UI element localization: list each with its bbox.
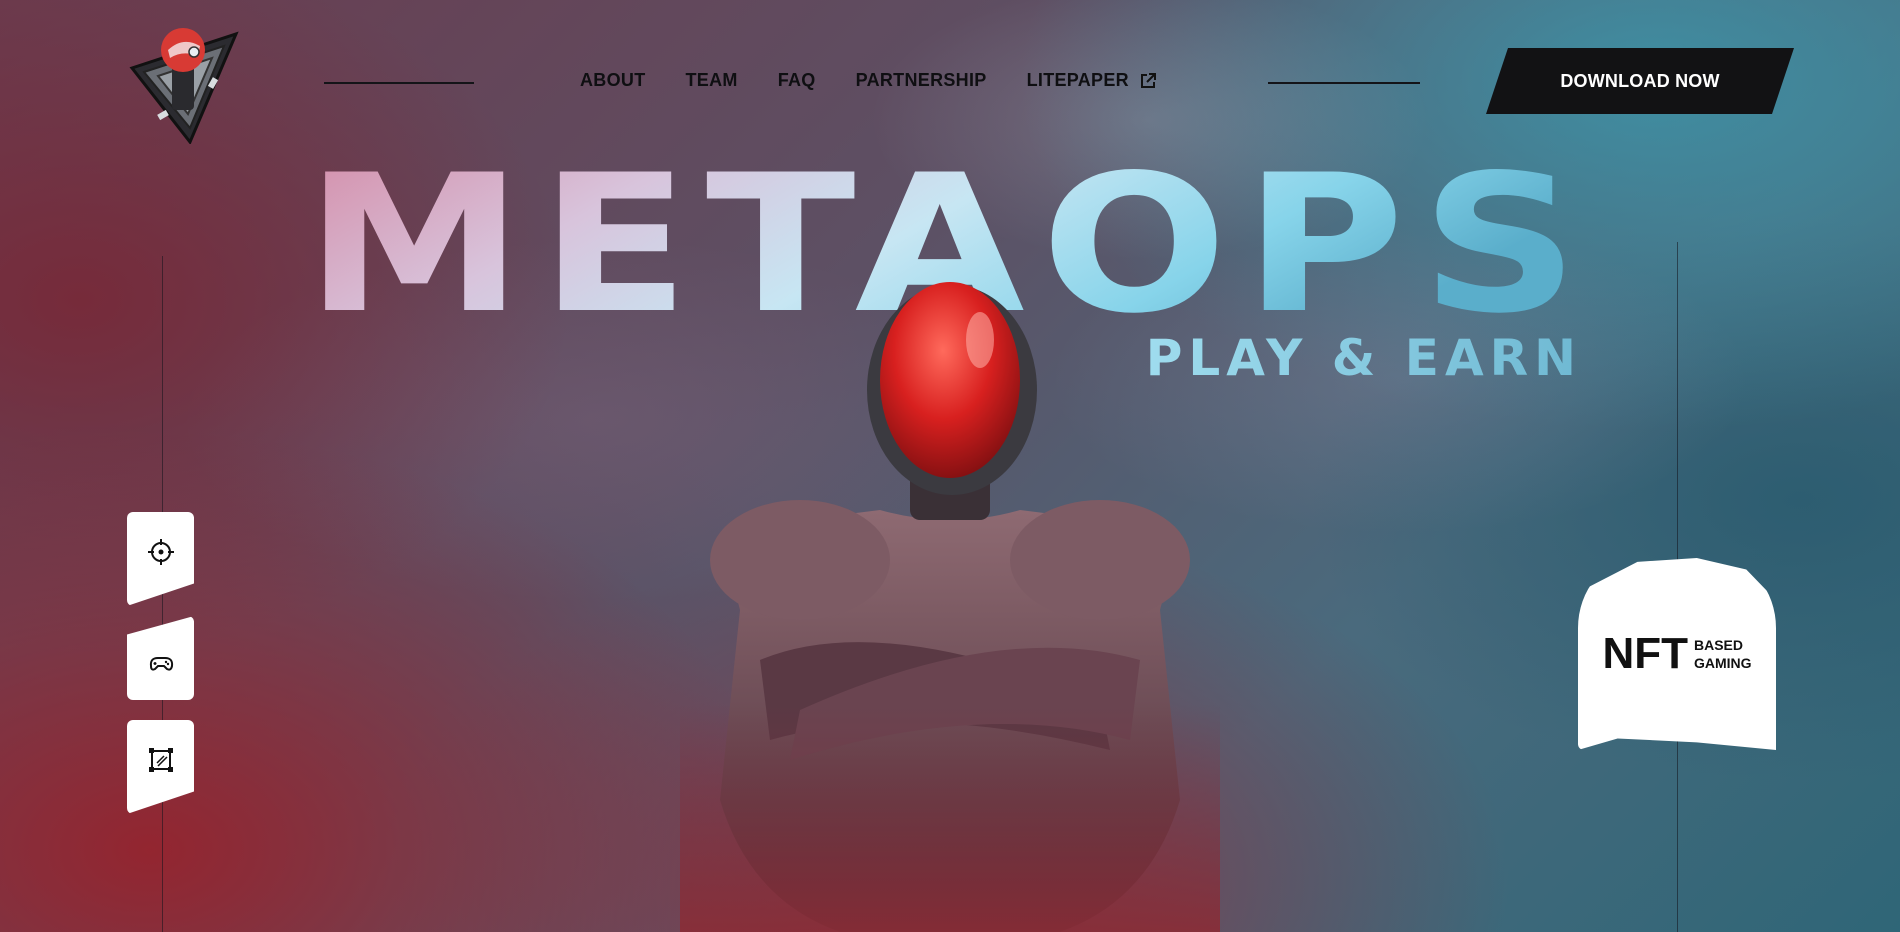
nav-decor-line-right <box>1268 82 1420 84</box>
external-link-icon <box>1140 72 1156 88</box>
nav-item-litepaper-label: LITEPAPER <box>1026 70 1129 90</box>
nav-item-team[interactable]: TEAM <box>686 70 738 91</box>
site-logo[interactable] <box>128 16 240 145</box>
nft-badge-main: NFT <box>1602 629 1688 678</box>
nft-badge-sub: BASED GAMING <box>1694 636 1752 672</box>
nav-item-faq[interactable]: FAQ <box>778 70 816 91</box>
side-frame-button[interactable] <box>127 720 194 814</box>
armored-soldier-figure <box>680 280 1220 932</box>
frame-icon <box>148 748 173 772</box>
side-target-button[interactable] <box>127 512 194 606</box>
nft-badge-line2: GAMING <box>1693 655 1752 671</box>
nav-item-about[interactable]: ABOUT <box>580 70 646 91</box>
helmet-soldier-logo-icon <box>129 28 239 145</box>
side-game-button[interactable] <box>127 616 194 700</box>
gamepad-icon <box>149 657 173 671</box>
nft-based-gaming-badge: NFT BASED GAMING <box>1578 558 1776 750</box>
nav-item-litepaper[interactable]: LITEPAPER <box>1027 70 1157 91</box>
main-nav: ABOUT TEAM FAQ PARTNERSHIP LITEPAPER <box>580 70 1157 91</box>
download-now-button[interactable]: DOWNLOAD NOW <box>1486 48 1794 114</box>
nav-item-partnership[interactable]: PARTNERSHIP <box>856 70 987 91</box>
crosshair-icon <box>147 539 174 565</box>
nft-badge-line1: BASED <box>1693 637 1743 653</box>
nav-decor-line-left <box>324 82 474 84</box>
